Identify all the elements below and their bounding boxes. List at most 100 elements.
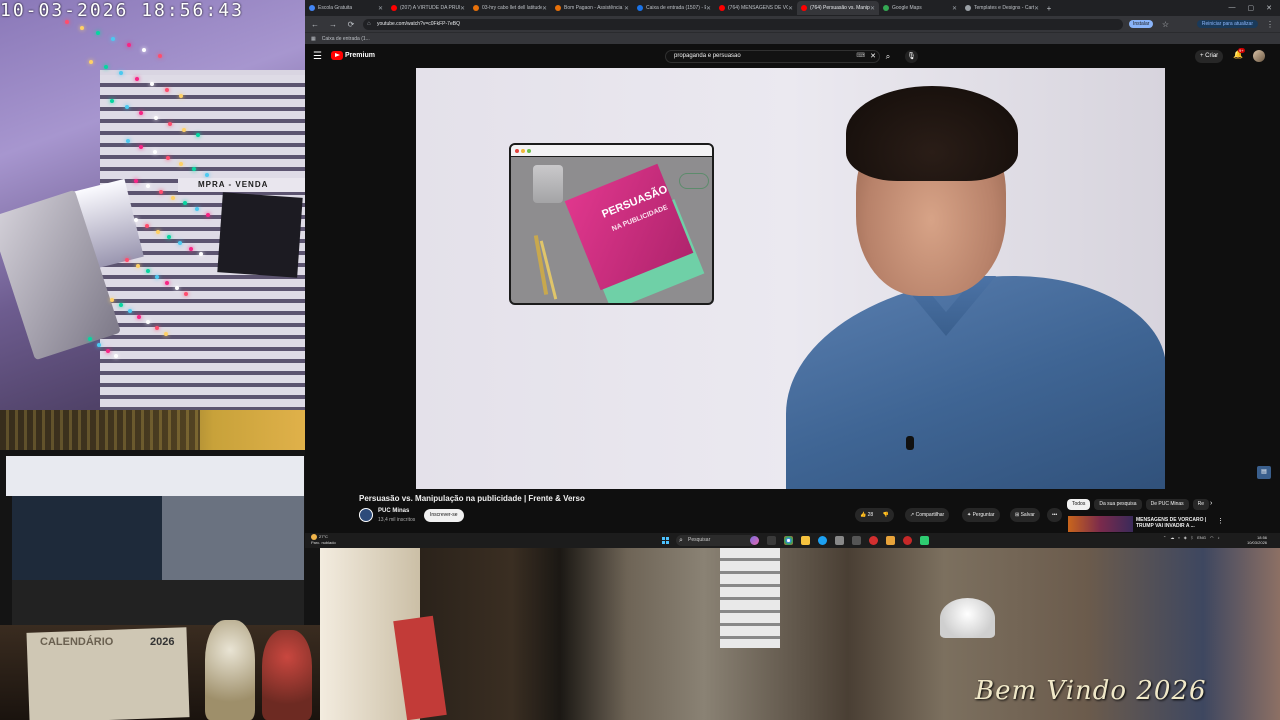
- chat-bubble-icon[interactable]: ▤: [1257, 466, 1271, 479]
- sheet-app-icon[interactable]: [920, 536, 929, 545]
- maximize-icon[interactable]: ▢: [1248, 4, 1255, 12]
- clear-search-icon[interactable]: ✕: [870, 51, 876, 62]
- chevron-right-icon[interactable]: ›: [1210, 500, 1212, 507]
- close-tab-icon[interactable]: ✕: [870, 5, 875, 12]
- tab-label: Escola Gratuita: [318, 5, 353, 11]
- browser-tab[interactable]: (207) A VIRTUDE DA PRUDÊNCIA✕: [387, 1, 469, 15]
- red-dot-icon: [515, 148, 519, 153]
- close-tab-icon[interactable]: ✕: [706, 5, 711, 12]
- browser-tab[interactable]: Escola Gratuita ✕: [305, 1, 387, 15]
- cloud-icon[interactable]: ☁: [1170, 535, 1174, 540]
- media-app-icon[interactable]: [869, 536, 878, 545]
- copilot-icon[interactable]: [750, 536, 759, 545]
- chrome-icon[interactable]: [784, 536, 793, 545]
- close-tab-icon[interactable]: ✕: [788, 5, 793, 12]
- app-icon[interactable]: [852, 536, 861, 545]
- video-player[interactable]: PERSUASÃO NA PUBLICIDADE: [416, 68, 1165, 489]
- browser-tab[interactable]: (764) Persuasão vs. Manipu...✕: [797, 1, 879, 15]
- light-bulb: [165, 280, 170, 285]
- apps-grid-icon[interactable]: ▦: [311, 36, 316, 42]
- bluetooth-icon[interactable]: ᛒ: [1191, 535, 1193, 540]
- ask-button[interactable]: ✦ Perguntar: [962, 508, 1000, 522]
- store-icon[interactable]: [835, 536, 844, 545]
- close-tab-icon[interactable]: ✕: [460, 5, 465, 12]
- like-count[interactable]: 28: [868, 512, 874, 518]
- search-icon[interactable]: ⌕: [880, 50, 896, 63]
- tab-label: (207) A VIRTUDE DA PRUDÊNCIA: [400, 5, 460, 11]
- browser-tab[interactable]: Google Maps ✕: [879, 1, 961, 15]
- light-bulb: [153, 116, 158, 121]
- menu-dots-icon[interactable]: ⋮: [1264, 20, 1276, 29]
- chevron-up-icon[interactable]: ⌃: [1163, 535, 1166, 540]
- install-button[interactable]: Instalar: [1129, 20, 1154, 28]
- close-tab-icon[interactable]: ✕: [624, 5, 629, 12]
- close-tab-icon[interactable]: ✕: [378, 5, 383, 12]
- bookmarks-bar: ▦ Caixa de entrada (1...: [305, 32, 1280, 44]
- relaunch-button[interactable]: Reiniciar para atualizar: [1196, 20, 1258, 28]
- vlc-icon[interactable]: [886, 536, 895, 545]
- light-bulb: [124, 105, 129, 109]
- create-button[interactable]: + Criar: [1195, 50, 1224, 63]
- start-menu-icon[interactable]: [662, 537, 669, 544]
- save-button[interactable]: ⊞ Salvar: [1010, 508, 1040, 522]
- recommended-thumbnail[interactable]: [1068, 516, 1133, 532]
- minimize-icon[interactable]: —: [1229, 4, 1236, 12]
- address-bar[interactable]: youtube.com/watch?v=c0FkFP-7eBQ: [363, 18, 1123, 30]
- file-explorer-icon[interactable]: [801, 536, 810, 545]
- weather-widget[interactable]: 27°C Parc. nublado: [311, 534, 336, 545]
- light-bulb: [149, 82, 154, 87]
- thumbs-down-icon[interactable]: 👎: [883, 512, 889, 518]
- reload-icon[interactable]: ⟳: [345, 20, 357, 29]
- search-input[interactable]: propaganda e persuasao ⌨ ✕: [665, 50, 880, 63]
- light-bulb: [194, 207, 199, 211]
- recommended-more-icon[interactable]: ⋮: [1217, 517, 1224, 525]
- back-icon[interactable]: ←: [309, 20, 321, 29]
- close-tab-icon[interactable]: ✕: [542, 5, 547, 12]
- browser-tab[interactable]: Bom Pagaon - Assistência Técn...✕: [551, 1, 633, 15]
- channel-avatar[interactable]: [359, 508, 373, 522]
- taskbar-clock[interactable]: 18:56 10/03/2026: [1247, 535, 1267, 545]
- browser-toolbar: ← → ⟳ youtube.com/watch?v=c0FkFP-7eBQ In…: [305, 16, 1280, 32]
- recommended-title[interactable]: MENSAGENS DE VORCARO | TRUMP VAI INVADIR…: [1136, 517, 1216, 529]
- thumbs-up-icon[interactable]: 👍: [860, 512, 866, 518]
- volume-icon[interactable]: ♪: [1217, 535, 1219, 540]
- close-tab-icon[interactable]: ✕: [952, 5, 957, 12]
- sparkle-icon: ✦: [967, 512, 972, 518]
- wifi-icon[interactable]: ◠: [1210, 535, 1214, 540]
- channel-name[interactable]: PUC Minas: [378, 508, 409, 514]
- language-indicator[interactable]: ENG: [1197, 535, 1206, 540]
- browser-tab[interactable]: Templates e Designs - Cartão d...✕: [961, 1, 1043, 15]
- new-tab-button[interactable]: +: [1043, 4, 1055, 13]
- chip-from-search[interactable]: Da sua pesquisa: [1094, 499, 1142, 510]
- youtube-logo[interactable]: Premium: [331, 51, 375, 60]
- light-bulb: [109, 297, 114, 302]
- security-icon[interactable]: ◈: [1184, 535, 1187, 540]
- app-tray-icon[interactable]: ▪: [1178, 535, 1179, 540]
- strip-shelf: [0, 410, 200, 450]
- bookmark-star-icon[interactable]: ☆: [1159, 20, 1171, 29]
- close-tab-icon[interactable]: ✕: [1034, 5, 1039, 12]
- close-window-icon[interactable]: ✕: [1266, 4, 1272, 12]
- more-actions-button[interactable]: •••: [1047, 508, 1063, 522]
- chip-all[interactable]: Todos: [1067, 499, 1091, 510]
- notifications-bell-icon[interactable]: 🔔 9+: [1233, 48, 1245, 59]
- subscribe-button[interactable]: Inscrever-se: [424, 509, 464, 522]
- keyboard-icon[interactable]: ⌨: [856, 51, 865, 62]
- bookmark-item[interactable]: Caixa de entrada (1...: [322, 36, 370, 42]
- light-bulb: [95, 31, 100, 36]
- browser-tab[interactable]: 03-hry cabo llet dell latitude 3...✕: [469, 1, 551, 15]
- forward-icon[interactable]: →: [327, 20, 339, 29]
- share-button[interactable]: ↗ Compartilhar: [905, 508, 950, 522]
- microphone-icon[interactable]: 🎙: [905, 50, 918, 63]
- taskbar-search[interactable]: Pesquisar: [676, 535, 756, 546]
- edge-icon[interactable]: [818, 536, 827, 545]
- hamburger-menu-icon[interactable]: ☰: [313, 51, 322, 62]
- account-avatar[interactable]: [1253, 50, 1265, 62]
- chip-related[interactable]: Re: [1192, 499, 1210, 510]
- task-view-icon[interactable]: [767, 536, 776, 545]
- chip-from-channel[interactable]: De PUC Minas: [1145, 499, 1189, 510]
- browser-tab[interactable]: (764) MENSAGENS DE VORCAR...✕: [715, 1, 797, 15]
- recorder-icon[interactable]: [903, 536, 912, 545]
- light-bulb: [142, 48, 147, 53]
- browser-tab[interactable]: Caixa de entrada (1507) - E-mail✕: [633, 1, 715, 15]
